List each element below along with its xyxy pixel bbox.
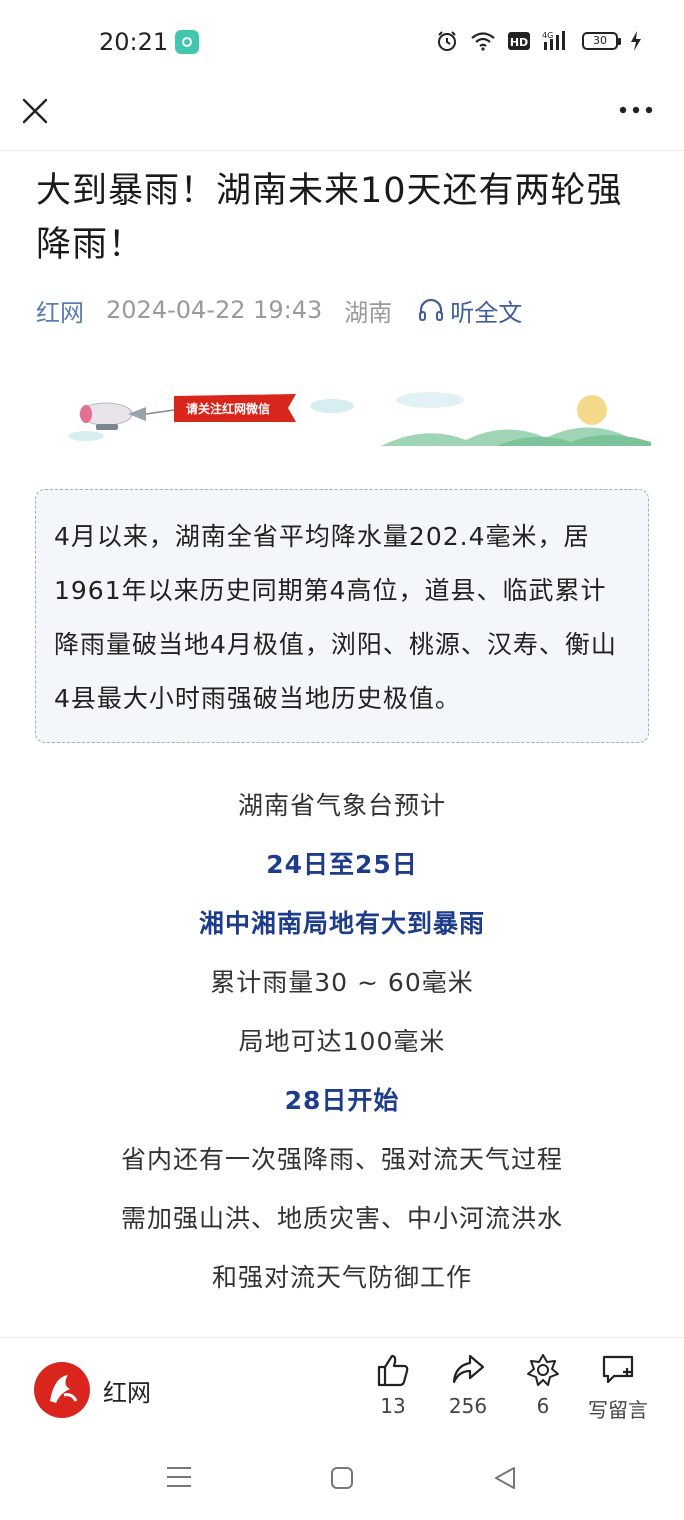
forecast-line-emphasis: 湘中湘南局地有大到暴雨 [198,909,485,938]
source-logo[interactable] [34,1362,90,1418]
forecast-line: 局地可达100毫米 [238,1027,446,1056]
forecast-section: 湖南省气象台预计 24日至25日 湘中湘南局地有大到暴雨 累计雨量30 ~ 60… [0,776,684,1307]
menu-icon[interactable] [166,1465,192,1489]
summary-box: 4月以来，湖南全省平均降水量202.4毫米，居1961年以来历史同期第4高位，道… [35,489,649,743]
forecast-line-emphasis: 24日至25日 [266,850,418,879]
thumbs-up-icon [377,1354,409,1387]
comment-add-icon [602,1355,634,1384]
more-icon[interactable] [618,104,654,116]
like-button[interactable]: 13 [358,1352,428,1418]
charging-icon [631,31,641,51]
collect-button[interactable]: 6 [508,1352,578,1418]
svg-text:请关注红网微信: 请关注红网微信 [186,401,270,416]
article-region: 湖南 [344,298,393,327]
home-icon[interactable] [330,1466,354,1490]
forecast-line: 累计雨量30 ~ 60毫米 [210,968,474,997]
comment-label: 写留言 [588,1398,648,1422]
listen-button[interactable]: 听全文 [418,293,522,328]
top-nav-bar [0,84,684,151]
article-meta: 红网 2024-04-22 19:43 湖南 听全文 [36,292,522,328]
share-button[interactable]: 256 [433,1352,503,1418]
status-time: 20:21 [99,28,169,56]
forecast-line: 需加强山洪、地质灾害、中小河流洪水 [120,1204,563,1233]
collect-count: 6 [536,1394,550,1418]
like-count: 13 [380,1394,406,1418]
summary-text: 4月以来，湖南全省平均降水量202.4毫米，居1961年以来历史同期第4高位，道… [54,522,617,713]
comment-button[interactable]: 写留言 [583,1352,653,1423]
forecast-line-emphasis: 28日开始 [284,1086,400,1115]
bottom-action-bar: 红网 13 256 6 写留言 [0,1337,684,1438]
source-name[interactable]: 红网 [103,1373,151,1408]
forecast-line: 省内还有一次强降雨、强对流天气过程 [120,1145,563,1174]
share-count: 256 [448,1394,488,1418]
status-icons: HD 4G 30 [436,30,642,52]
article-source-link[interactable]: 红网 [36,293,84,328]
signal-icon: 4G [542,31,565,50]
article-title: 大到暴雨！湖南未来10天还有两轮强降雨！ [36,171,623,265]
wifi-icon [471,32,495,51]
share-arrow-icon [452,1354,485,1384]
hd-icon: HD [508,32,530,50]
follow-wechat-banner[interactable]: 请关注红网微信 [66,380,656,456]
close-icon[interactable] [20,96,50,126]
battery-icon: 30 [582,32,621,50]
status-bar: 20:21 HD 4G 30 [0,0,684,84]
alarm-icon [438,31,456,51]
collect-flower-icon [527,1354,559,1386]
svg-text:HD: HD [510,36,528,49]
system-nav-bar [0,1437,684,1520]
hongwang-logo-icon [50,1375,78,1403]
listen-label: 听全文 [450,298,523,327]
app-notification-icon [175,30,199,54]
forecast-line: 湖南省气象台预计 [237,791,446,820]
article-datetime: 2024-04-22 19:43 [106,296,323,324]
svg-text:4G: 4G [542,31,553,40]
forecast-line: 和强对流天气防御工作 [211,1263,472,1292]
headphones-icon [419,298,444,321]
back-icon[interactable] [494,1466,516,1490]
